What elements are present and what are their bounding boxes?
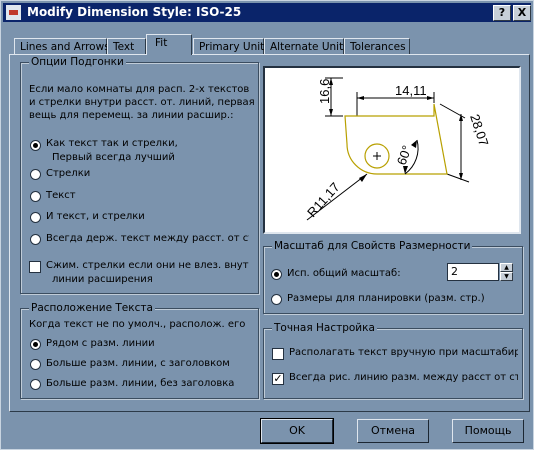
overall-scale-input[interactable]: 2 — [447, 263, 499, 281]
check-place-text-manually[interactable] — [272, 348, 284, 360]
radio-beside-dim-line-label: Рядом с разм. линии — [46, 338, 155, 349]
dimension-preview-drawing: 14,11 16,6 28,07 60° R11,17 — [304, 77, 491, 221]
preview-pane: 14,11 16,6 28,07 60° R11,17 — [263, 66, 521, 234]
dim-text-radius: R11,17 — [304, 180, 343, 220]
fine-tuning-group: Точная Настройка — [263, 322, 523, 399]
scale-spin-down-icon[interactable]: ▼ — [500, 272, 513, 281]
radio-beside-dim-line[interactable] — [30, 339, 41, 350]
radio-over-dim-line-leader[interactable] — [30, 359, 41, 370]
tab-tolerances[interactable]: Tolerances — [344, 38, 410, 54]
radio-over-dim-line-leader-label: Больше разм. линии, с заголовком — [46, 358, 230, 369]
radio-text-or-arrows[interactable] — [30, 212, 41, 223]
tab-alternate-units[interactable]: Alternate Units — [264, 38, 349, 54]
tab-text[interactable]: Text — [107, 38, 146, 54]
check-suppress-arrows[interactable] — [29, 261, 41, 273]
dim-text-angle: 60° — [394, 143, 415, 167]
cancel-button[interactable]: Отмена — [357, 419, 429, 443]
scale-spin-up-icon[interactable]: ▲ — [500, 263, 513, 272]
check-place-text-manually-label: Располагать текст вручную при масштабир. — [289, 347, 518, 358]
tab-primary-units[interactable]: Primary Units — [193, 38, 270, 54]
radio-keep-text-between-label: Всегда держ. текст между расст. от стр — [46, 233, 249, 244]
text-placement-legend: Расположение Текста — [29, 302, 155, 314]
tab-fit[interactable]: Fit — [146, 34, 192, 55]
window-title: Modify Dimension Style: ISO-25 — [27, 5, 242, 19]
help-title-button[interactable]: ? — [493, 5, 511, 21]
radio-keep-text-between[interactable] — [30, 234, 41, 245]
radio-scale-to-layout-label: Размеры для планировки (разм. стр.) — [287, 293, 485, 304]
radio-text[interactable] — [30, 191, 41, 202]
radio-text-and-arrows-label: Как текст так и стрелки, — [46, 138, 178, 149]
radio-arrows[interactable] — [30, 169, 41, 180]
fit-options-legend: Опции Подгонки — [29, 56, 126, 68]
check-always-draw-dim-line-label: Всегда рис. линию разм. между расст от с… — [289, 372, 518, 383]
radio-scale-to-layout[interactable] — [271, 294, 282, 305]
scale-legend: Масштаб для Свойств Размерности — [272, 240, 473, 252]
radio-text-and-arrows[interactable] — [30, 140, 41, 151]
title-bar: Modify Dimension Style: ISO-25 ? X — [3, 3, 531, 22]
dim-text-top: 14,11 — [395, 83, 427, 98]
radio-text-or-arrows-label: И текст, и стрелки — [46, 211, 145, 222]
radio-arrows-label: Стрелки — [46, 168, 91, 179]
radio-overall-scale-label: Исп. общий масштаб: — [287, 268, 401, 279]
radio-overall-scale[interactable] — [271, 269, 282, 280]
fine-tuning-legend: Точная Настройка — [272, 322, 377, 334]
help-button[interactable]: Помощь — [452, 419, 524, 443]
radio-over-dim-line-no-leader[interactable] — [30, 379, 41, 390]
dim-text-left: 16,6 — [317, 79, 332, 104]
text-placement-desc: Когда текст не по умолч., располож. его — [29, 319, 246, 330]
radio-text-and-arrows-label-2: Первый всегда лучший — [52, 152, 175, 163]
ok-button[interactable]: OK — [260, 418, 334, 444]
app-icon — [6, 5, 21, 20]
fit-desc-line-2: и стрелки внутри расст. от. линий, перва… — [29, 97, 255, 108]
dim-text-right: 28,07 — [467, 112, 491, 148]
fit-desc-line-1: Если мало комнаты для расп. 2-х текстов — [29, 84, 250, 95]
dialog-window: Modify Dimension Style: ISO-25 ? X Lines… — [0, 0, 534, 450]
check-suppress-arrows-label: Сжим. стрелки если они не влез. внутрі — [46, 260, 249, 271]
check-suppress-arrows-label-2: линии расширения — [52, 274, 153, 285]
close-button[interactable]: X — [513, 5, 531, 21]
radio-over-dim-line-no-leader-label: Больше разм. линии, без заголовка — [46, 378, 235, 389]
radio-text-label: Текст — [46, 190, 76, 201]
tab-lines-and-arrows[interactable]: Lines and Arrows — [14, 38, 110, 54]
check-always-draw-dim-line[interactable]: ✓ — [272, 373, 284, 385]
fit-desc-line-3: вещь для перемещ. за линии расшир.: — [29, 110, 234, 121]
